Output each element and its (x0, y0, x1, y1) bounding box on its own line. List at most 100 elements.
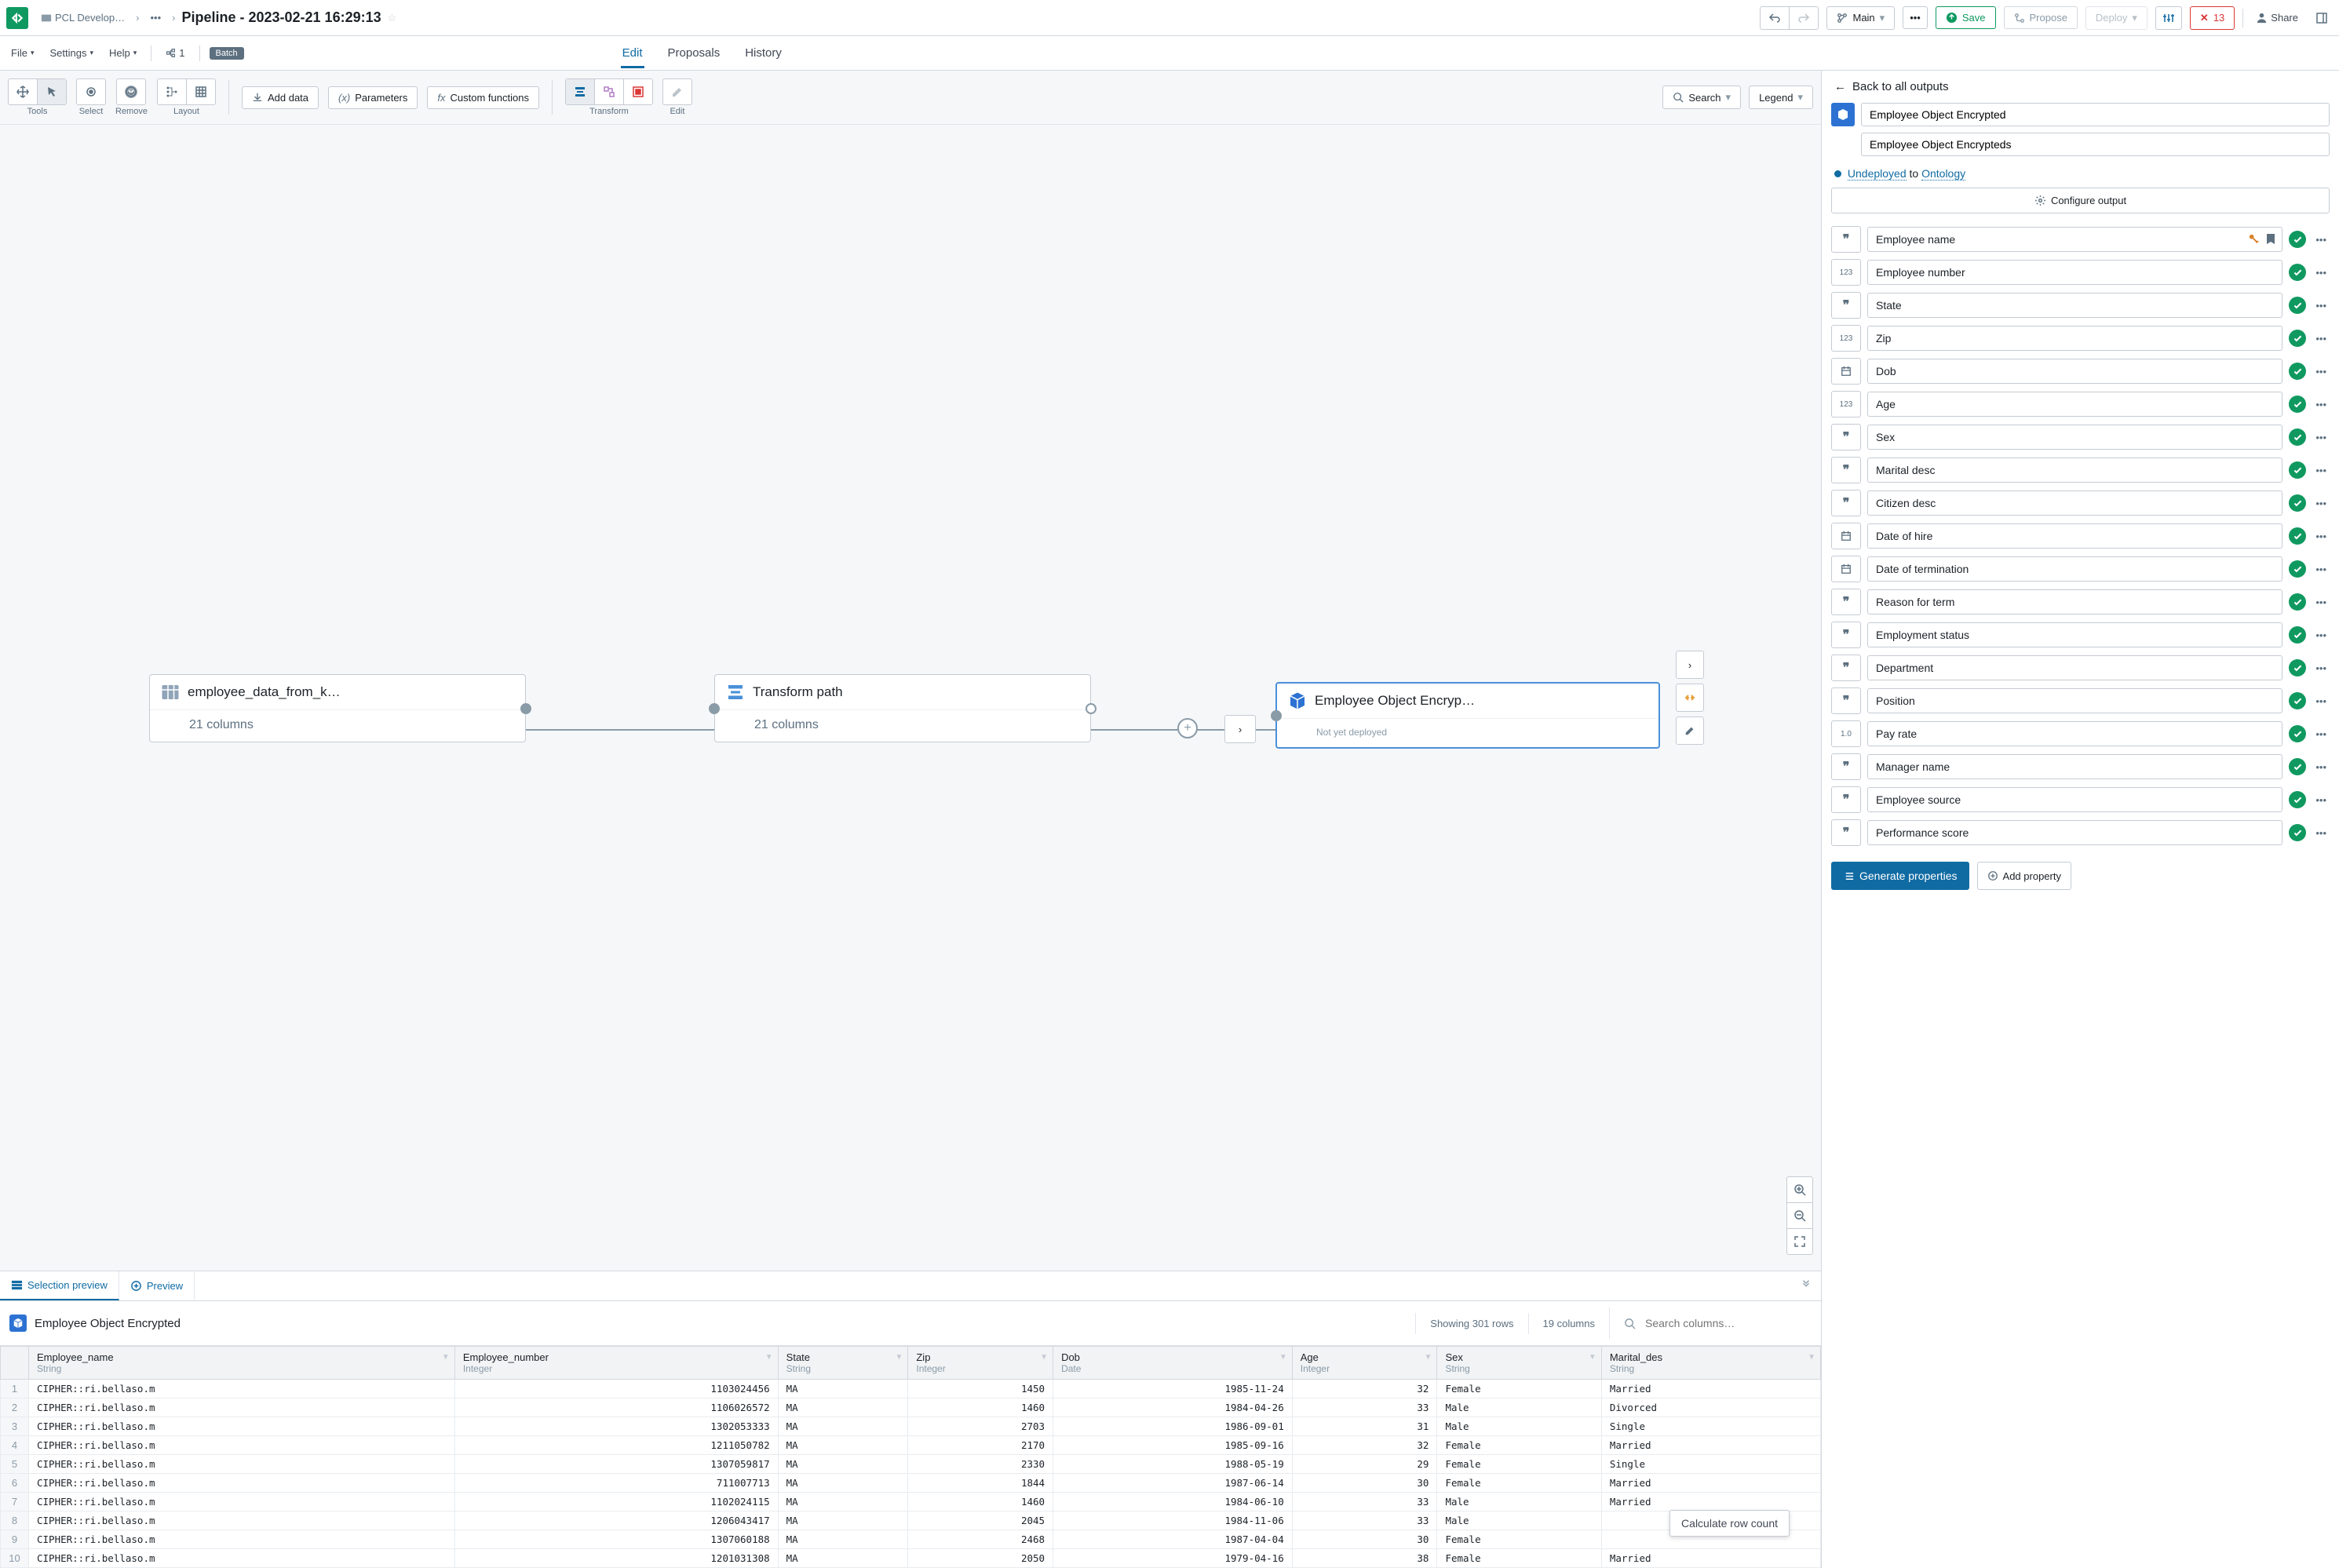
add-data-button[interactable]: Add data (242, 86, 319, 109)
pipeline-canvas[interactable]: employee_data_from_k… 21 columns Transfo… (0, 125, 1821, 1271)
property-more-button[interactable]: ••• (2312, 758, 2330, 776)
ontology-link[interactable]: Ontology (1921, 167, 1965, 181)
more-button[interactable]: ••• (1903, 6, 1928, 29)
search-dropdown[interactable]: Search ▾ (1662, 86, 1741, 109)
table-row[interactable]: 6CIPHER::ri.bellaso.m711007713MA18441987… (1, 1474, 1821, 1493)
tab-history[interactable]: History (743, 38, 783, 68)
property-name-input[interactable]: Manager name (1867, 754, 2282, 779)
deploy-dropdown[interactable]: Deploy ▾ (2085, 6, 2147, 30)
column-header[interactable]: Employee_nameString▼ (29, 1347, 455, 1380)
redo-button[interactable] (1790, 7, 1818, 29)
node-action-link[interactable] (1676, 684, 1704, 712)
property-more-button[interactable]: ••• (2312, 363, 2330, 381)
errors-button[interactable]: ✕ 13 (2190, 6, 2235, 30)
property-more-button[interactable]: ••• (2312, 626, 2330, 644)
property-name-input[interactable]: Date of hire (1867, 523, 2282, 549)
remove-tool[interactable] (117, 79, 145, 104)
column-header[interactable]: StateString▼ (778, 1347, 908, 1380)
property-more-button[interactable]: ••• (2312, 428, 2330, 447)
move-tool[interactable] (9, 79, 38, 104)
transform-tool-2[interactable] (595, 79, 624, 104)
node-action-next[interactable]: › (1676, 651, 1704, 679)
add-node-button[interactable]: + (1177, 718, 1198, 738)
property-name-input[interactable]: Marital desc (1867, 458, 2282, 483)
property-name-input[interactable]: Date of termination (1867, 556, 2282, 582)
parameters-button[interactable]: (x) Parameters (328, 86, 418, 109)
branch-indicator[interactable]: 1 (161, 44, 189, 62)
custom-functions-button[interactable]: fx Custom functions (427, 86, 539, 109)
property-name-input[interactable]: Performance score (1867, 820, 2282, 845)
table-row[interactable]: 4CIPHER::ri.bellaso.m1211050782MA2170198… (1, 1436, 1821, 1455)
table-row[interactable]: 8CIPHER::ri.bellaso.m1206043417MA2045198… (1, 1511, 1821, 1530)
column-header[interactable]: SexString▼ (1437, 1347, 1601, 1380)
column-header[interactable]: ZipInteger▼ (908, 1347, 1053, 1380)
property-more-button[interactable]: ••• (2312, 461, 2330, 480)
table-row[interactable]: 3CIPHER::ri.bellaso.m1302053333MA2703198… (1, 1417, 1821, 1436)
property-name-input[interactable]: Age (1867, 392, 2282, 417)
property-name-input[interactable]: Reason for term (1867, 589, 2282, 614)
tab-selection-preview[interactable]: Selection preview (0, 1271, 119, 1300)
property-more-button[interactable]: ••• (2312, 725, 2330, 743)
node-output-object[interactable]: Employee Object Encryp… Not yet deployed (1275, 682, 1660, 749)
object-name-input[interactable] (1861, 103, 2330, 126)
property-name-input[interactable]: Employee number (1867, 260, 2282, 285)
property-more-button[interactable]: ••• (2312, 330, 2330, 348)
column-header[interactable]: Marital_desString▼ (1601, 1347, 1820, 1380)
column-search-input[interactable] (1640, 1312, 1797, 1334)
output-port[interactable] (520, 703, 531, 714)
app-logo[interactable] (6, 7, 28, 29)
property-more-button[interactable]: ••• (2312, 396, 2330, 414)
settings-menu[interactable]: Settings▾ (45, 44, 98, 62)
table-row[interactable]: 9CIPHER::ri.bellaso.m1307060188MA2468198… (1, 1530, 1821, 1549)
back-to-outputs-button[interactable]: ← Back to all outputs (1822, 71, 2339, 103)
table-row[interactable]: 1CIPHER::ri.bellaso.m1103024456MA1450198… (1, 1380, 1821, 1398)
zoom-in-button[interactable] (1787, 1177, 1812, 1203)
property-more-button[interactable]: ••• (2312, 593, 2330, 611)
property-name-input[interactable]: Position (1867, 688, 2282, 713)
transform-tool-1[interactable] (566, 79, 595, 104)
node-transform[interactable]: Transform path 21 columns (714, 674, 1091, 742)
help-menu[interactable]: Help▾ (104, 44, 141, 62)
property-more-button[interactable]: ••• (2312, 824, 2330, 842)
breadcrumb-ellipsis[interactable]: ••• (145, 9, 166, 27)
layout-grid-tool[interactable] (187, 79, 215, 104)
breadcrumb-project[interactable]: PCL Develop… (36, 9, 130, 27)
property-name-input[interactable]: Zip (1867, 326, 2282, 351)
edit-tool[interactable] (663, 79, 691, 104)
property-more-button[interactable]: ••• (2312, 264, 2330, 282)
layout-tree-tool[interactable] (158, 79, 187, 104)
property-more-button[interactable]: ••• (2312, 231, 2330, 249)
column-header[interactable]: DobDate▼ (1053, 1347, 1293, 1380)
configure-output-button[interactable]: Configure output (1831, 188, 2330, 213)
generate-properties-button[interactable]: Generate properties (1831, 862, 1969, 890)
node-input-dataset[interactable]: employee_data_from_k… 21 columns (149, 674, 526, 742)
property-name-input[interactable]: Citizen desc (1867, 490, 2282, 516)
output-port[interactable] (1086, 703, 1097, 714)
zoom-out-button[interactable] (1787, 1203, 1812, 1229)
collapse-preview-button[interactable] (1791, 1273, 1821, 1299)
tab-preview[interactable]: Preview (119, 1272, 195, 1300)
add-property-button[interactable]: Add property (1977, 862, 2071, 890)
transform-tool-3[interactable] (624, 79, 652, 104)
share-button[interactable]: Share (2251, 9, 2303, 27)
property-name-input[interactable]: Department (1867, 655, 2282, 680)
property-name-input[interactable]: Sex (1867, 425, 2282, 450)
property-name-input[interactable]: Employee source (1867, 787, 2282, 812)
property-name-input[interactable]: Employee name (1867, 227, 2282, 252)
select-node-tool[interactable] (77, 79, 105, 104)
expand-button[interactable]: › (1224, 715, 1256, 743)
table-row[interactable]: 2CIPHER::ri.bellaso.m1106026572MA1460198… (1, 1398, 1821, 1417)
property-name-input[interactable]: State (1867, 293, 2282, 318)
node-action-edit[interactable] (1676, 717, 1704, 745)
table-row[interactable]: 7CIPHER::ri.bellaso.m1102024115MA1460198… (1, 1493, 1821, 1511)
property-more-button[interactable]: ••• (2312, 527, 2330, 545)
column-header[interactable]: Employee_numberInteger▼ (454, 1347, 778, 1380)
object-plural-input[interactable] (1861, 133, 2330, 156)
input-port[interactable] (709, 703, 720, 714)
property-name-input[interactable]: Employment status (1867, 622, 2282, 647)
property-more-button[interactable]: ••• (2312, 560, 2330, 578)
branch-dropdown[interactable]: Main ▾ (1826, 6, 1895, 30)
undeployed-link[interactable]: Undeployed (1848, 167, 1907, 181)
property-more-button[interactable]: ••• (2312, 791, 2330, 809)
property-more-button[interactable]: ••• (2312, 494, 2330, 512)
